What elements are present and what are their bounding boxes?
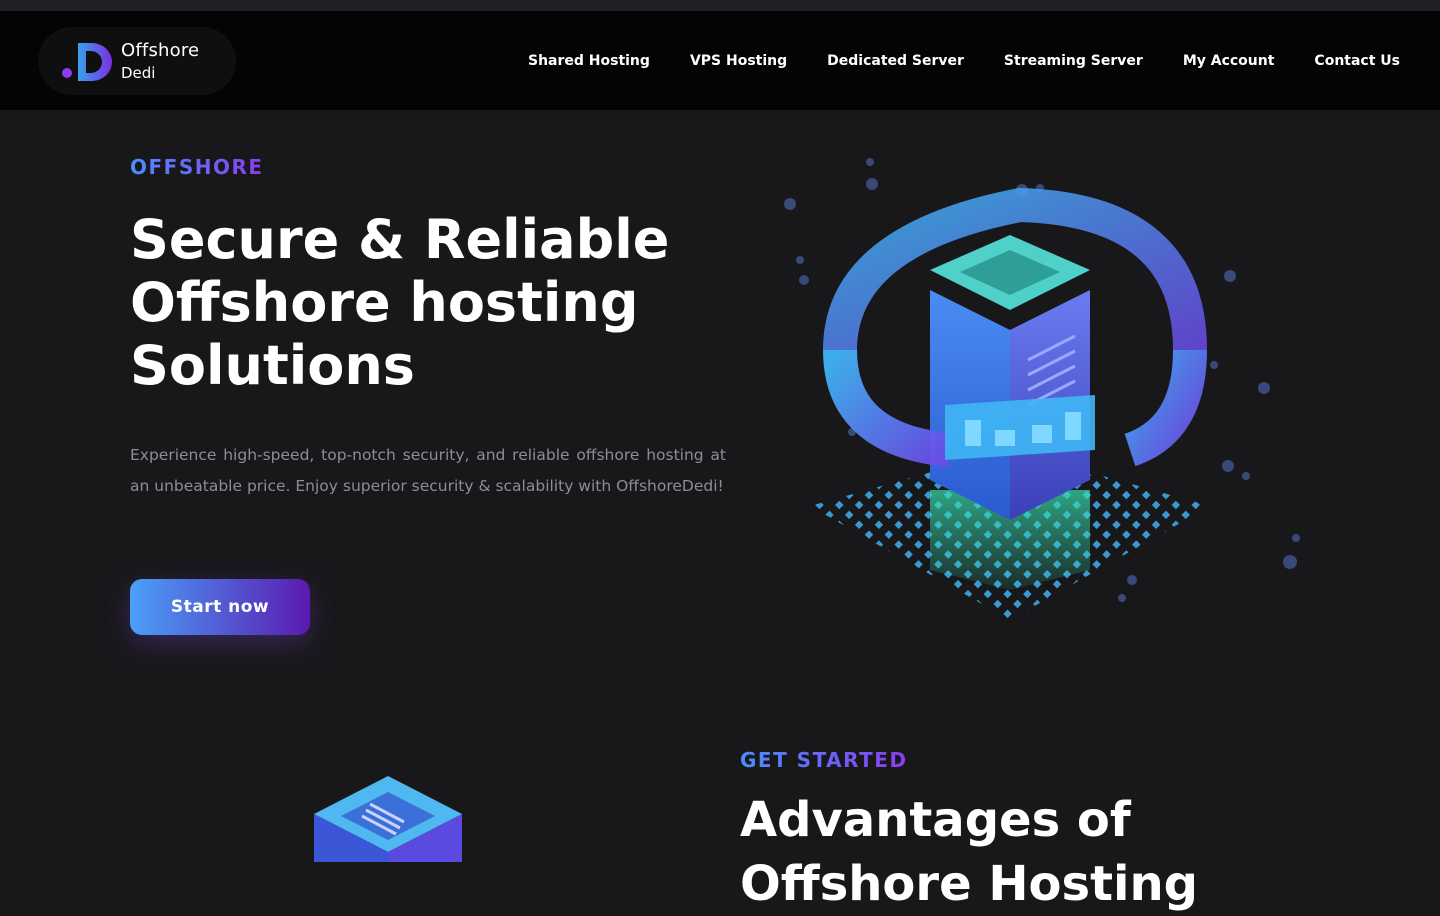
section2-title-line2: Offshore Hosting: [740, 856, 1198, 912]
isometric-server-icon: [314, 776, 462, 862]
nav-my-account[interactable]: My Account: [1183, 53, 1275, 69]
section2-eyebrow: GET STARTED: [740, 748, 908, 772]
browser-top-strip: [0, 0, 1440, 11]
hero-description: Experience high-speed, top-notch securit…: [130, 446, 726, 495]
isometric-server-icon: [784, 158, 1300, 620]
section2-title-line1: Advantages of: [740, 792, 1131, 848]
hero-eyebrow: OFFSHORE: [130, 155, 264, 179]
start-now-button[interactable]: Start now: [130, 579, 310, 635]
hero-title: Secure & Reliable Offshore hosting Solut…: [130, 208, 750, 397]
logo-text-line1: Offshore: [121, 40, 200, 61]
hero-title-line2: Offshore hosting: [130, 271, 639, 334]
nav-vps-hosting[interactable]: VPS Hosting: [690, 53, 787, 69]
logo-text-line2: Dedi: [121, 64, 156, 82]
nav-streaming-server[interactable]: Streaming Server: [1004, 53, 1143, 69]
hero-title-line3: Solutions: [130, 334, 415, 397]
nav-dedicated-server[interactable]: Dedicated Server: [827, 53, 964, 69]
section2-title: Advantages of Offshore Hosting: [740, 788, 1380, 916]
main-nav: Shared Hosting VPS Hosting Dedicated Ser…: [528, 11, 1400, 110]
logo-d-icon: [62, 43, 112, 81]
nav-contact-us[interactable]: Contact Us: [1314, 53, 1400, 69]
hero-title-line1: Secure & Reliable: [130, 208, 670, 271]
site-logo[interactable]: Offshore Dedi: [38, 27, 236, 95]
site-header: Offshore Dedi Shared Hosting VPS Hosting…: [0, 11, 1440, 110]
nav-shared-hosting[interactable]: Shared Hosting: [528, 53, 650, 69]
